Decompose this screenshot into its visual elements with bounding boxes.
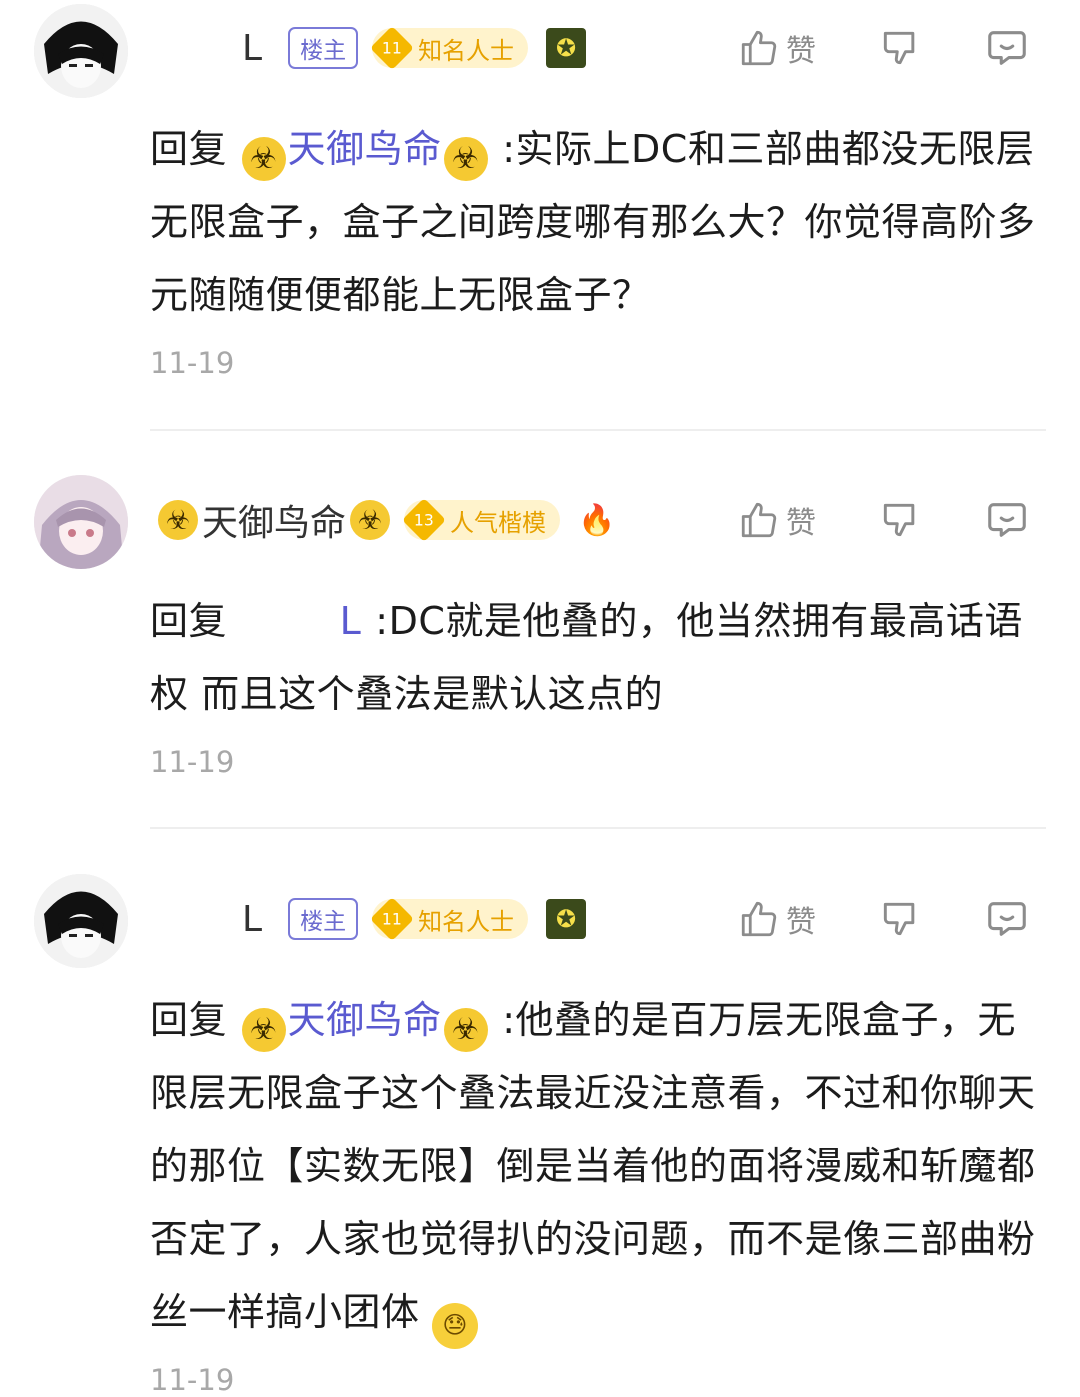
thumbs-up-icon [741, 502, 777, 538]
like-button[interactable]: 赞 [738, 498, 848, 542]
timestamp: 11-19 [150, 1363, 235, 1397]
biohazard-icon: ☣ [241, 1008, 286, 1052]
comment-icon [988, 31, 1026, 65]
reply-prefix: 回复 [150, 599, 228, 643]
comment-icon [988, 902, 1026, 936]
level-badge: 13 人气楷模 [401, 497, 561, 543]
like-label: 赞 [786, 34, 816, 69]
host-badge: 楼主 [288, 27, 359, 69]
dislike-button[interactable] [878, 26, 922, 70]
reply-target-link[interactable]: L [340, 599, 362, 643]
divider [150, 827, 1046, 829]
level-title: 人气楷模 [450, 508, 547, 537]
reply-button[interactable] [984, 25, 1030, 71]
thumbs-down-icon [883, 503, 915, 537]
biohazard-icon: ☣ [443, 137, 488, 181]
reply-button[interactable] [984, 497, 1030, 543]
reply-prefix: 回复 [150, 127, 228, 171]
level-badge: 11 知名人士 [370, 896, 529, 942]
reply-button[interactable] [984, 896, 1030, 942]
comment-body: 回复 ☣ 天御鸟命 ☣ :他叠的是百万层无限盒子，无限层无限盒子这个叠法最近没注意看… [150, 984, 1050, 1349]
comment-text: :DC就是他叠的，他当然拥有最高话语权 而且这个叠法是默认这点的 [150, 599, 1023, 716]
level-title: 知名人士 [418, 36, 515, 65]
host-badge: 楼主 [288, 898, 359, 940]
dislike-button[interactable] [878, 897, 922, 941]
like-label: 赞 [786, 506, 816, 541]
username-text: 天御鸟命 [202, 503, 347, 544]
sweat-emoji-icon: 😓 [432, 1302, 479, 1349]
thumbs-up-icon [741, 30, 777, 66]
comment-body: 回复 L:DC就是他叠的，他当然拥有最高话语权 而且这个叠法是默认这点的 [150, 585, 1050, 731]
comment-actions: 赞 [738, 492, 1030, 548]
level-number: 11 [370, 25, 415, 71]
level-title: 知名人士 [418, 907, 515, 936]
medal-icon: ✪ [546, 899, 587, 939]
timestamp: 11-19 [150, 745, 235, 779]
comment-actions: 赞 [738, 891, 1030, 947]
biohazard-icon: ☣ [350, 500, 391, 540]
like-button[interactable]: 赞 [738, 897, 848, 941]
divider [150, 429, 1046, 431]
comment-icon [988, 503, 1026, 537]
avatar[interactable] [34, 874, 128, 968]
medal-icon: ✪ [546, 28, 587, 68]
thumbs-down-icon [883, 31, 915, 65]
biohazard-icon: ☣ [158, 500, 198, 540]
dislike-button[interactable] [878, 498, 922, 542]
comment-text: :他叠的是百万层无限盒子，无限层无限盒子这个叠法最近没注意看，不过和你聊天的那位… [150, 998, 1036, 1334]
fire-icon: 🔥 [578, 502, 616, 538]
comment-body: 回复 ☣ 天御鸟命 ☣ :实际上DC和三部曲都没无限层无限盒子，盒子之间跨度哪有那么… [150, 113, 1050, 332]
reply-target-link[interactable]: 天御鸟命 [288, 998, 442, 1042]
timestamp: 11-19 [150, 346, 235, 380]
level-badge: 11 知名人士 [370, 25, 529, 71]
comment-header: L 楼主 11 知名人士 ✪ [150, 891, 587, 947]
username[interactable]: L [242, 899, 262, 940]
avatar[interactable] [34, 4, 128, 98]
like-button[interactable]: 赞 [738, 26, 848, 70]
level-number: 13 [401, 497, 447, 543]
thumbs-down-icon [883, 902, 915, 936]
biohazard-icon: ☣ [241, 137, 286, 181]
comment-actions: 赞 [738, 20, 1030, 76]
avatar[interactable] [34, 475, 128, 569]
like-label: 赞 [786, 905, 816, 940]
comment-header: L 楼主 11 知名人士 ✪ [150, 20, 587, 76]
comment-header: ☣ 天御鸟命 ☣ 13 人气楷模 🔥 [150, 492, 615, 548]
reply-prefix: 回复 [150, 998, 228, 1042]
reply-target-link[interactable]: 天御鸟命 [288, 127, 442, 171]
username[interactable]: L [242, 28, 262, 69]
username[interactable]: ☣ 天御鸟命 ☣ [158, 494, 391, 546]
thumbs-up-icon [741, 901, 777, 937]
biohazard-icon: ☣ [443, 1008, 488, 1052]
level-number: 11 [370, 896, 415, 942]
